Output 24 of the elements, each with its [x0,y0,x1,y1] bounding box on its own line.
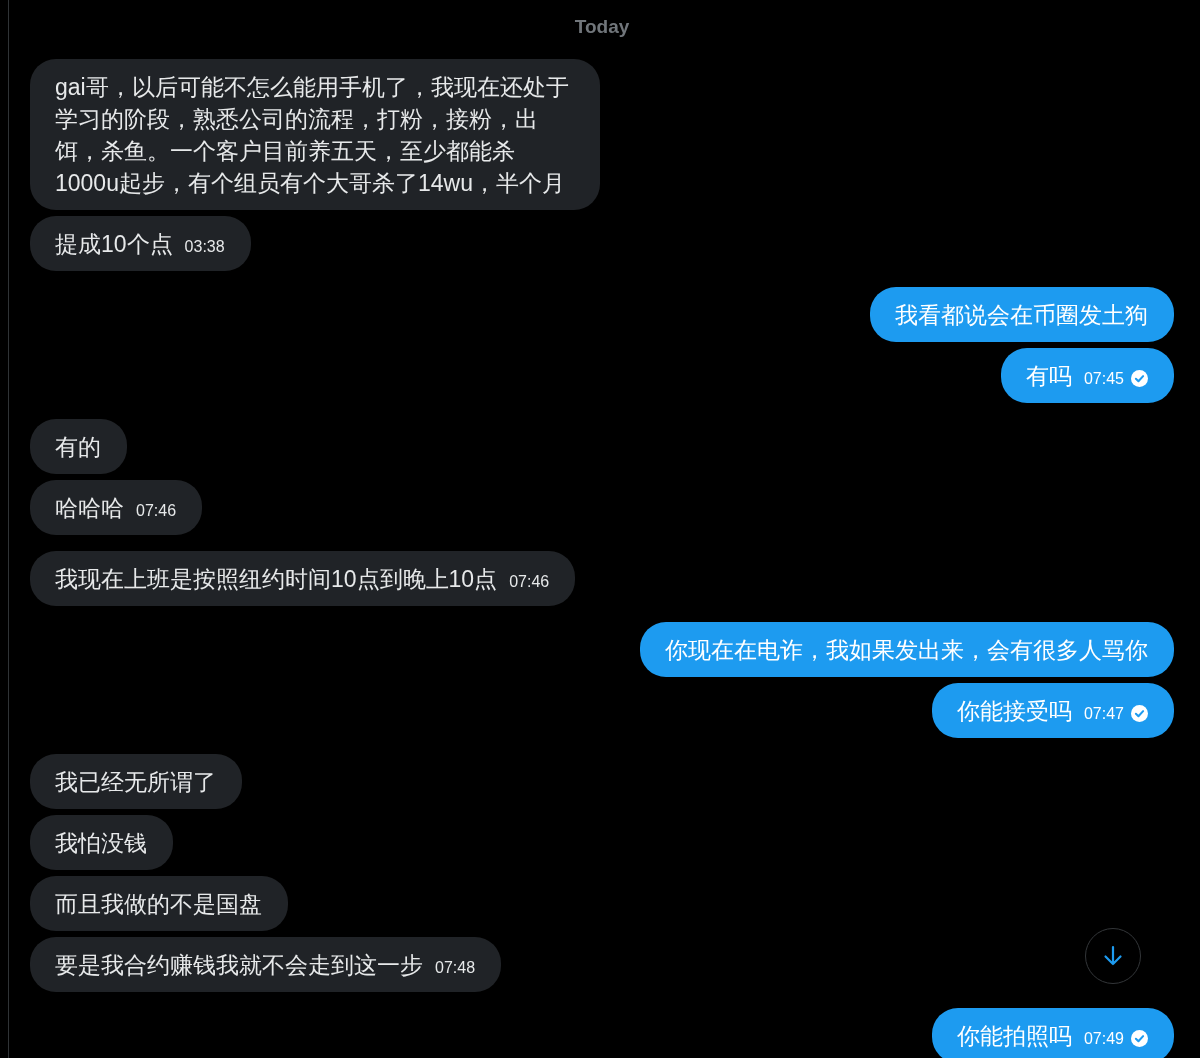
message-text: 提成10个点 [55,229,173,259]
message-time: 03:38 [184,236,225,257]
message-time: 07:49 [1083,1028,1124,1049]
scroll-down-button[interactable] [1085,928,1141,984]
message-text: 我现在上班是按照纽约时间10点到晚上10点 [55,564,498,594]
message-text: 有吗 [1025,361,1072,391]
message-text: 你现在在电诈，我如果发出来，会有很多人骂你 [665,635,1148,665]
message-time: 07:46 [136,500,177,521]
message-time: 07:47 [1083,703,1124,724]
message-text: 你能接受吗 [956,696,1072,726]
message-time: 07:48 [435,957,476,978]
message-time: 07:45 [1083,368,1124,389]
message-text: 我已经无所谓了 [55,767,216,797]
arrow-down-icon [1101,944,1125,968]
message-text: 我看都说会在币圈发土狗 [895,300,1148,330]
date-divider: Today [574,15,630,39]
message-text: 我怕没钱 [55,828,147,858]
message-text: gai哥，以后可能不怎么能用手机了，我现在还处于学习的阶段，熟悉公司的流程，打粉，接粉，出饵，杀鱼。一个客户目前养五天，至少都能杀1000u起步，有个组员有个大哥杀了14wu，半个月 [55,72,570,198]
message-text: 要是我合约赚钱我就不会走到这一步 [55,950,423,980]
message-text: 有的 [55,432,101,462]
message-text: 你能拍照吗 [956,1021,1072,1051]
message-time: 07:46 [509,571,550,592]
message-text: 哈哈哈 [55,493,124,523]
message-text: 而且我做的不是国盘 [55,889,262,919]
